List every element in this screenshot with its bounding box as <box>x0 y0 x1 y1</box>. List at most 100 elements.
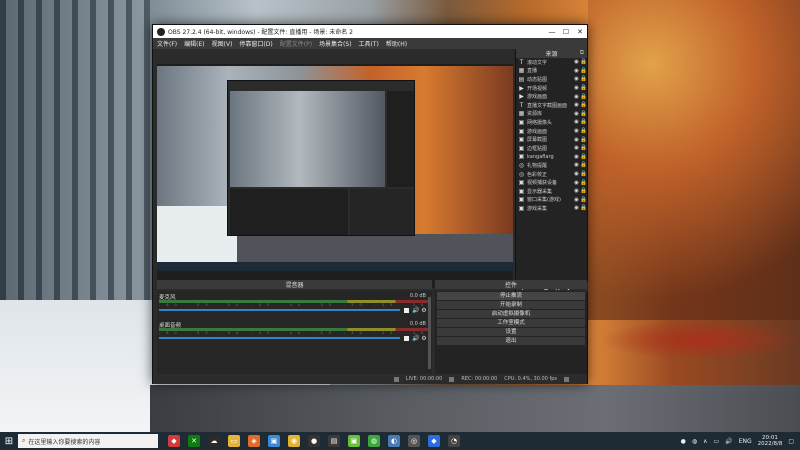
source-item[interactable]: ▤ 动态贴图 ◉ 🔒 <box>516 75 587 84</box>
gear-icon[interactable]: ⚙ <box>420 335 428 342</box>
source-item[interactable]: ▣ 游戏采集 ◉ 🔒 <box>516 204 587 213</box>
eye-icon[interactable]: ◉ <box>573 119 580 125</box>
app-icon[interactable]: ◆ <box>168 435 180 447</box>
clock[interactable]: 20:01 2022/8/8 <box>758 435 783 447</box>
lock-icon[interactable]: 🔒 <box>580 197 587 203</box>
eye-icon[interactable]: ◉ <box>573 162 580 168</box>
lock-icon[interactable]: 🔒 <box>580 102 587 108</box>
minimize-button[interactable]: — <box>545 28 559 36</box>
chrome-icon[interactable]: ◉ <box>288 435 300 447</box>
source-item[interactable]: ▦ 资源库 ◉ 🔒 <box>516 110 587 119</box>
source-item[interactable]: ▣ 边框贴图 ◉ 🔒 <box>516 144 587 153</box>
lock-icon[interactable]: 🔒 <box>580 137 587 143</box>
source-item[interactable]: ▣ 窗口采集(游戏) ◉ 🔒 <box>516 196 587 205</box>
eye-icon[interactable]: ◉ <box>573 171 580 177</box>
source-item[interactable]: ◎ 色彩校正 ◉ 🔒 <box>516 170 587 179</box>
eye-icon[interactable]: ◉ <box>573 85 580 91</box>
menu-edit[interactable]: 编辑(E) <box>184 39 204 48</box>
eye-icon[interactable]: ◉ <box>573 68 580 74</box>
lock-icon[interactable]: 🔒 <box>580 205 587 211</box>
source-item[interactable]: ▣ 显示器采集 ◉ 🔒 <box>516 187 587 196</box>
chevron-up-icon[interactable]: ∧ <box>703 438 707 445</box>
mixer-scrollbar[interactable] <box>428 297 431 369</box>
obs-taskbar-icon[interactable]: ● <box>308 435 320 447</box>
eye-icon[interactable]: ◉ <box>573 180 580 186</box>
source-item[interactable]: ▦ 直播 ◉ 🔒 <box>516 67 587 76</box>
source-item[interactable]: ▣ 视频捕获设备 ◉ 🔒 <box>516 178 587 187</box>
lock-icon[interactable]: 🔒 <box>580 119 587 125</box>
menu-help[interactable]: 帮助(H) <box>386 39 407 48</box>
tray-icon[interactable]: ◍ <box>692 438 697 445</box>
lock-icon[interactable]: 🔒 <box>580 171 587 177</box>
eye-icon[interactable]: ◉ <box>573 137 580 143</box>
menu-profile[interactable]: 配置文件(P) <box>280 39 312 48</box>
eye-icon[interactable]: ◉ <box>573 154 580 160</box>
tray-icon[interactable]: ● <box>681 438 686 445</box>
lock-icon[interactable]: 🔒 <box>580 154 587 160</box>
eye-icon[interactable]: ◉ <box>573 128 580 134</box>
start-virtual-camera-button[interactable]: 启动虚拟摄像机 <box>437 309 585 318</box>
speaker-icon[interactable]: 🔊 <box>412 335 420 342</box>
lock-icon[interactable]: 🔒 <box>580 76 587 82</box>
settings-button[interactable]: 设置 <box>437 327 585 336</box>
speaker-icon[interactable]: 🔊 <box>412 307 420 314</box>
menu-docks[interactable]: 停靠窗口(D) <box>239 39 272 48</box>
cloud-icon[interactable]: ☁ <box>208 435 220 447</box>
lock-icon[interactable]: 🔒 <box>580 85 587 91</box>
exit-button[interactable]: 退出 <box>437 336 585 345</box>
network-icon[interactable]: ▭ <box>714 438 720 445</box>
source-item[interactable]: ▣ 屏幕截图 ◉ 🔒 <box>516 135 587 144</box>
xbox-icon[interactable]: ✕ <box>188 435 200 447</box>
studio-mode-button[interactable]: 工作室模式 <box>437 318 585 327</box>
lock-icon[interactable]: 🔒 <box>580 111 587 117</box>
language-indicator[interactable]: ENG <box>739 438 752 445</box>
source-item[interactable]: T 直播文字截图画面 ◉ 🔒 <box>516 101 587 110</box>
folder-icon[interactable]: ▭ <box>228 435 240 447</box>
eye-icon[interactable]: ◉ <box>573 188 580 194</box>
source-item[interactable]: T 滚动文字 ◉ 🔒 <box>516 58 587 67</box>
stop-streaming-button[interactable]: 停止推流 <box>437 291 585 300</box>
wechat-icon[interactable]: ◍ <box>368 435 380 447</box>
start-button[interactable]: ⊞ <box>0 436 18 447</box>
undock-icon[interactable]: ⧉ <box>580 49 584 57</box>
menu-file[interactable]: 文件(F) <box>157 39 177 48</box>
lock-icon[interactable]: 🔒 <box>580 68 587 74</box>
lock-icon[interactable]: 🔒 <box>580 145 587 151</box>
menu-tools[interactable]: 工具(T) <box>359 39 379 48</box>
eye-icon[interactable]: ◉ <box>573 145 580 151</box>
source-item[interactable]: ◎ 礼物提醒 ◉ 🔒 <box>516 161 587 170</box>
lock-icon[interactable]: 🔒 <box>580 128 587 134</box>
source-item[interactable]: ▣ 网络摄像头 ◉ 🔒 <box>516 118 587 127</box>
eye-icon[interactable]: ◉ <box>573 102 580 108</box>
app-icon[interactable]: ◈ <box>248 435 260 447</box>
source-item[interactable]: ▣ kangaflarg ◉ 🔒 <box>516 153 587 162</box>
app-icon[interactable]: ◆ <box>428 435 440 447</box>
source-item[interactable]: ▶ 开场视频 ◉ 🔒 <box>516 84 587 93</box>
eye-icon[interactable]: ◉ <box>573 205 580 211</box>
app-icon[interactable]: ▣ <box>348 435 360 447</box>
menu-view[interactable]: 视图(V) <box>212 39 233 48</box>
eye-icon[interactable]: ◉ <box>573 94 580 100</box>
app-icon[interactable]: ▤ <box>328 435 340 447</box>
app-icon[interactable]: ◎ <box>408 435 420 447</box>
app-icon[interactable]: ▣ <box>268 435 280 447</box>
gear-icon[interactable]: ⚙ <box>420 307 428 314</box>
lock-icon[interactable]: 🔒 <box>580 162 587 168</box>
eye-icon[interactable]: ◉ <box>573 76 580 82</box>
eye-icon[interactable]: ◉ <box>573 111 580 117</box>
slider-handle[interactable] <box>404 335 409 341</box>
start-recording-button[interactable]: 开始录制 <box>437 300 585 309</box>
lock-icon[interactable]: 🔒 <box>580 188 587 194</box>
search-box[interactable]: ⌕ 在这里输入你要搜索的内容 <box>18 434 158 448</box>
steam-icon[interactable]: ◐ <box>388 435 400 447</box>
slider-handle[interactable] <box>404 307 409 313</box>
eye-icon[interactable]: ◉ <box>573 59 580 65</box>
lock-icon[interactable]: 🔒 <box>580 180 587 186</box>
volume-slider[interactable] <box>159 309 400 311</box>
maximize-button[interactable]: ☐ <box>559 28 573 36</box>
speedometer-icon[interactable]: ◔ <box>448 435 460 447</box>
preview-area[interactable] <box>157 64 513 288</box>
eye-icon[interactable]: ◉ <box>573 197 580 203</box>
lock-icon[interactable]: 🔒 <box>580 59 587 65</box>
source-item[interactable]: ▣ 游戏画面 ◉ 🔒 <box>516 127 587 136</box>
